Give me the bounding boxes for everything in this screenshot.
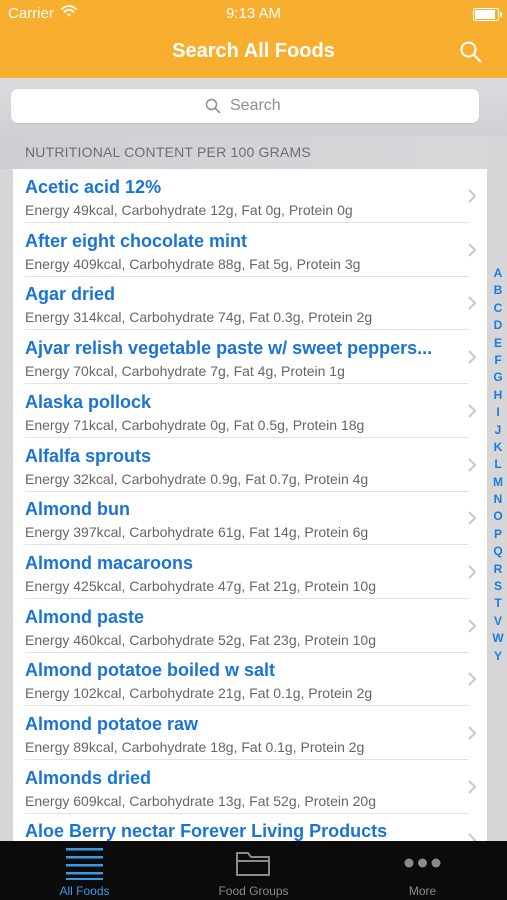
food-row[interactable]: Almond bun Energy 397kcal, Carbohydrate 6… xyxy=(13,491,487,546)
food-row[interactable]: Almond potatoe boiled w salt Energy 102kc… xyxy=(13,652,487,707)
food-name: Alfalfa sprouts xyxy=(25,445,152,466)
search-input[interactable] xyxy=(11,89,479,123)
list-icon xyxy=(66,848,103,880)
tab-food-groups[interactable]: Food Groups xyxy=(169,841,338,900)
index-letter[interactable]: F xyxy=(494,352,501,369)
food-name: Acetic acid 12% xyxy=(25,177,162,197)
battery-icon xyxy=(473,8,502,21)
food-name: Almonds dried xyxy=(25,767,152,788)
food-nutrition: Energy 49kcal, Carbohydrate 12g, Fat 0g,… xyxy=(25,202,353,218)
chevron-right-icon xyxy=(468,189,477,203)
index-letter[interactable]: I xyxy=(496,404,499,421)
tab-label: More xyxy=(408,884,437,898)
more-icon xyxy=(404,858,441,868)
food-row[interactable]: Almonds dried Energy 609kcal, Carbohydrat… xyxy=(13,760,487,814)
food-row[interactable]: Ajvar relish vegetable paste w/ sweet pe… xyxy=(13,330,487,385)
food-name: Almond paste xyxy=(25,606,145,627)
search-icon[interactable] xyxy=(459,40,483,64)
index-letter[interactable]: B xyxy=(494,282,503,299)
chevron-right-icon xyxy=(468,350,477,364)
search-field[interactable] xyxy=(11,89,479,123)
index-letter[interactable]: L xyxy=(494,456,501,473)
food-list[interactable]: Acetic acid 12% Energy 49kcal, Carbohydra… xyxy=(13,169,487,841)
chevron-right-icon xyxy=(468,726,477,740)
index-letter[interactable]: H xyxy=(494,387,503,404)
food-row[interactable]: Alaska pollock Energy 71kcal, Carbohydrat… xyxy=(13,384,487,438)
food-name: Ajvar relish vegetable paste w/ sweet pe… xyxy=(25,338,433,359)
index-letter[interactable]: S xyxy=(494,578,502,595)
food-nutrition: Energy 397kcal, Carbohydrate 61g, Fat 14… xyxy=(25,524,369,541)
tab-bar: All Foods Food Groups More xyxy=(0,841,507,900)
index-letter[interactable]: R xyxy=(494,561,503,578)
index-letter[interactable]: T xyxy=(494,595,501,612)
food-row[interactable]: Aloe Berry nectar Forever Living Product… xyxy=(13,813,487,841)
index-letter[interactable]: M xyxy=(493,474,503,491)
page-title: Search All Foods xyxy=(172,40,335,62)
index-letter[interactable]: G xyxy=(493,369,502,386)
chevron-right-icon xyxy=(468,672,477,687)
index-letter[interactable]: Q xyxy=(493,543,502,560)
chevron-right-icon xyxy=(468,242,477,257)
food-name: Agar dried xyxy=(25,284,116,305)
food-name: Aloe Berry nectar Forever Living Product… xyxy=(25,821,388,841)
search-bar-container xyxy=(0,78,507,136)
navigation-bar: Carrier 9:13 AM Search All Foods xyxy=(0,0,507,78)
section-header: NUTRITIONAL CONTENT PER 100 GRAMS xyxy=(0,136,489,169)
food-name: Alaska pollock xyxy=(25,391,152,412)
food-name: Almond potatoe boiled w salt xyxy=(25,660,276,681)
chevron-right-icon xyxy=(468,565,477,579)
index-letter[interactable]: C xyxy=(494,300,503,317)
tab-all-foods[interactable]: All Foods xyxy=(0,841,169,900)
chevron-right-icon xyxy=(468,296,477,311)
food-nutrition: Energy 71kcal, Carbohydrate 0g, Fat 0.5g… xyxy=(25,416,365,433)
index-letter[interactable]: Y xyxy=(494,648,502,665)
folder-icon xyxy=(236,852,270,876)
chevron-right-icon xyxy=(468,404,477,418)
food-name: Almond bun xyxy=(25,499,130,520)
food-row[interactable]: Almond paste Energy 460kcal, Carbohydrate… xyxy=(13,599,487,653)
food-name: Almond potatoe raw xyxy=(25,714,199,734)
food-nutrition: Energy 425kcal, Carbohydrate 47g, Fat 21… xyxy=(25,577,376,594)
food-nutrition: Energy 314kcal, Carbohydrate 74g, Fat 0.… xyxy=(25,309,373,326)
tab-more[interactable]: More xyxy=(338,841,507,900)
index-letter[interactable]: E xyxy=(494,335,502,352)
status-bar: Carrier 9:13 AM xyxy=(0,0,507,28)
food-name: After eight chocolate mint xyxy=(25,230,248,251)
chevron-right-icon xyxy=(468,618,477,633)
tab-label: Food Groups xyxy=(218,884,289,898)
status-time: 9:13 AM xyxy=(225,5,282,22)
food-row[interactable]: Agar dried Energy 314kcal, Carbohydrate 7… xyxy=(13,276,487,331)
section-header-label: NUTRITIONAL CONTENT PER 100 GRAMS xyxy=(25,144,311,160)
food-row[interactable]: Acetic acid 12% Energy 49kcal, Carbohydra… xyxy=(13,169,487,223)
food-row[interactable]: Almond macaroons Energy 425kcal, Carbohyd… xyxy=(13,545,487,599)
index-letter[interactable]: K xyxy=(494,439,503,456)
food-row[interactable]: Alfalfa sprouts Energy 32kcal, Carbohydra… xyxy=(13,438,487,492)
chevron-right-icon xyxy=(468,833,477,841)
index-letter[interactable]: W xyxy=(492,630,503,647)
alphabet-index[interactable]: ABCDEFGHIJKLMNOPQRSTVWY xyxy=(489,265,507,665)
food-nutrition: Energy 102kcal, Carbohydrate 21g, Fat 0.… xyxy=(25,685,373,702)
food-nutrition: Energy 70kcal, Carbohydrate 7g, Fat 4g, … xyxy=(25,363,345,380)
food-row[interactable]: After eight chocolate mint Energy 409kcal… xyxy=(13,223,487,277)
index-letter[interactable]: D xyxy=(494,317,503,334)
chevron-right-icon xyxy=(468,457,477,472)
food-name: Almond macaroons xyxy=(25,552,194,573)
food-nutrition: Energy 460kcal, Carbohydrate 52g, Fat 23… xyxy=(25,631,376,648)
food-nutrition: Energy 609kcal, Carbohydrate 13g, Fat 52… xyxy=(25,792,376,809)
tab-label: All Foods xyxy=(59,884,110,898)
food-nutrition: Energy 32kcal, Carbohydrate 0.9g, Fat 0.… xyxy=(25,470,369,487)
index-letter[interactable]: A xyxy=(494,265,503,282)
index-letter[interactable]: P xyxy=(494,526,502,543)
chevron-right-icon xyxy=(468,779,477,794)
index-letter[interactable]: N xyxy=(494,491,503,508)
index-letter[interactable]: V xyxy=(494,613,502,630)
index-letter[interactable]: J xyxy=(495,422,502,439)
food-row[interactable]: Almond potatoe raw Energy 89kcal, Carbohy… xyxy=(13,706,487,760)
index-letter[interactable]: O xyxy=(493,508,502,525)
food-nutrition: Energy 409kcal, Carbohydrate 88g, Fat 5g… xyxy=(25,255,361,272)
chevron-right-icon xyxy=(468,511,477,525)
food-nutrition: Energy 89kcal, Carbohydrate 18g, Fat 0.1… xyxy=(25,739,365,755)
